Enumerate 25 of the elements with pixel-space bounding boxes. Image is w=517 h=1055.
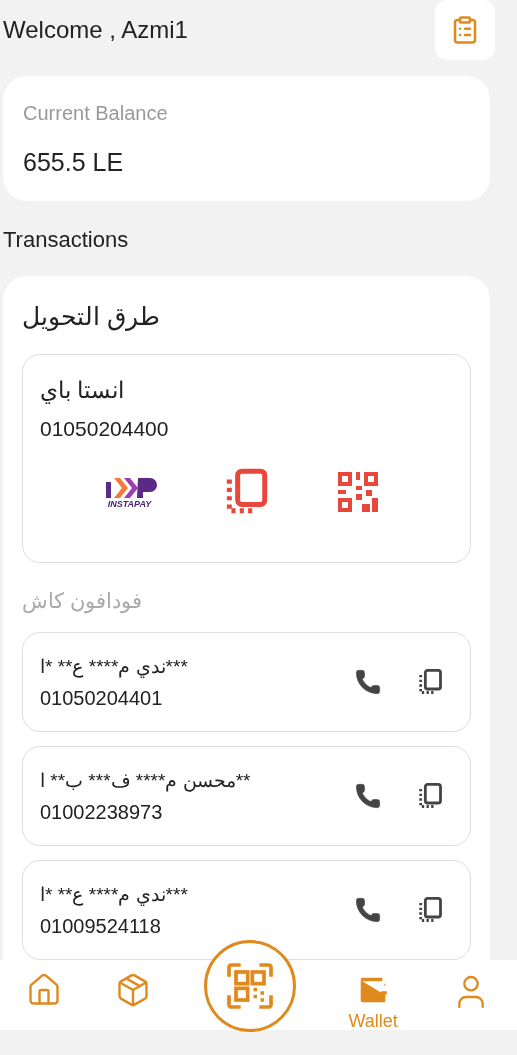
instapay-logo[interactable]: INSTAPAY [101,474,158,509]
copy-icon[interactable] [416,896,444,924]
account-number: 01050204401 [40,686,164,712]
vodafone-cash-heading: فودافون كاش [22,587,142,616]
transfer-methods-title: طرق التحويل [22,301,160,333]
call-button[interactable] [354,668,382,696]
welcome-text: Welcome , Azmi1 [3,15,188,45]
account-number: 01009524118 [40,914,162,940]
instapay-name: انستا باي [40,375,125,406]
balance-label: Current Balance [23,101,169,126]
call-button[interactable] [354,782,382,810]
phone-icon [354,782,382,810]
phone-icon [354,896,382,924]
copy-icon[interactable] [416,668,444,696]
clipboard-button[interactable] [435,0,495,60]
instapay-number: 01050204400 [40,416,170,442]
phone-icon [354,668,382,696]
account-number: 01002238973 [40,800,164,826]
account-name: ***ندي م**** ع** *ا [40,654,188,680]
account-name: ***ندي م**** ع** *ا [40,882,188,908]
copy-icon[interactable] [416,782,444,810]
account-name: **محسن م**** ف*** ب** ا [40,768,251,794]
call-button[interactable] [354,896,382,924]
transactions-heading: Transactions [3,226,130,254]
balance-amount: 655.5 LE [23,147,125,178]
